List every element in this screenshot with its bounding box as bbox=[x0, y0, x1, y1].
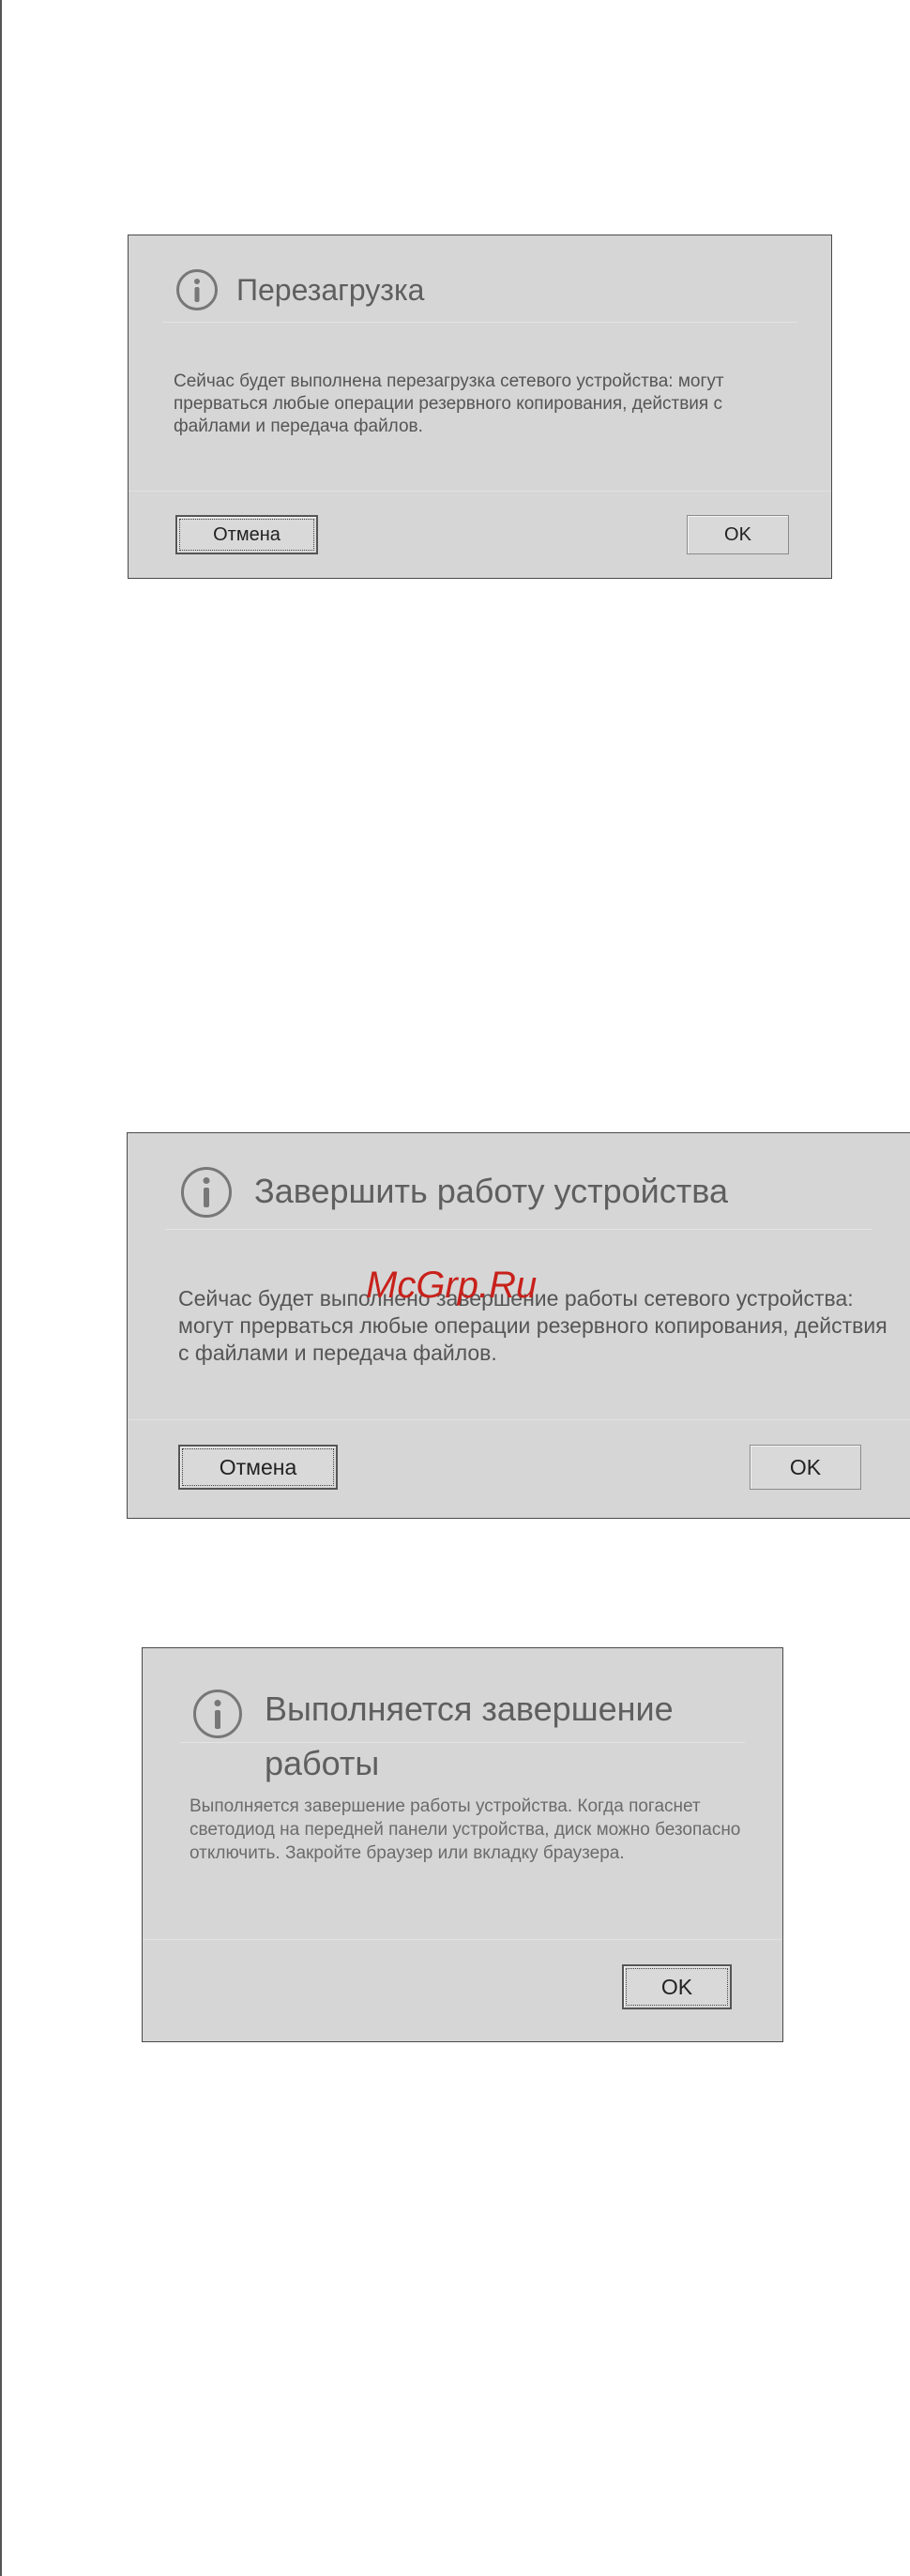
cancel-button[interactable]: Отмена bbox=[178, 1445, 338, 1490]
footer-divider bbox=[129, 491, 831, 492]
title-divider bbox=[162, 322, 797, 323]
dialog-message: Выполняется завершение работы устройства… bbox=[190, 1796, 741, 1864]
cancel-button[interactable]: Отмена bbox=[175, 515, 318, 554]
ok-button[interactable]: OK bbox=[687, 515, 789, 554]
ok-button-label: OK bbox=[724, 523, 751, 545]
ok-button-label: OK bbox=[660, 1974, 693, 1999]
info-icon bbox=[181, 1167, 232, 1218]
title-divider bbox=[165, 1229, 872, 1230]
dialog-title: Завершить работу устройства bbox=[254, 1172, 729, 1210]
ok-button[interactable]: OK bbox=[750, 1445, 861, 1490]
watermark: McGrp.Ru bbox=[366, 1265, 538, 1306]
info-icon bbox=[193, 1690, 242, 1738]
dialog-header: Завершить работу устройства bbox=[181, 1167, 728, 1218]
footer-divider bbox=[143, 1939, 782, 1940]
dialog-message: Сейчас будет выполнена перезагрузка сете… bbox=[174, 371, 724, 436]
dialog-header: Выполняется завершение работы bbox=[193, 1682, 696, 1791]
dialog-header: Перезагрузка bbox=[176, 269, 424, 311]
footer-divider bbox=[128, 1419, 910, 1420]
shutdown-dialog: Завершить работу устройства Сейчас будет… bbox=[127, 1132, 910, 1519]
dialog-title: Перезагрузка bbox=[236, 273, 425, 307]
shutdown-progress-dialog: Выполняется завершение работы Выполняетс… bbox=[142, 1647, 783, 2042]
ok-button[interactable]: OK bbox=[622, 1964, 732, 2009]
dialog-title: Выполняется завершение работы bbox=[265, 1690, 674, 1782]
page-left-rule bbox=[0, 0, 2, 2576]
cancel-button-label: Отмена bbox=[213, 523, 281, 545]
title-divider bbox=[180, 1742, 745, 1743]
restart-dialog: Перезагрузка Сейчас будет выполнена пере… bbox=[128, 235, 832, 579]
info-icon bbox=[176, 269, 218, 311]
cancel-button-label: Отмена bbox=[219, 1454, 297, 1479]
ok-button-label: OK bbox=[789, 1454, 822, 1479]
